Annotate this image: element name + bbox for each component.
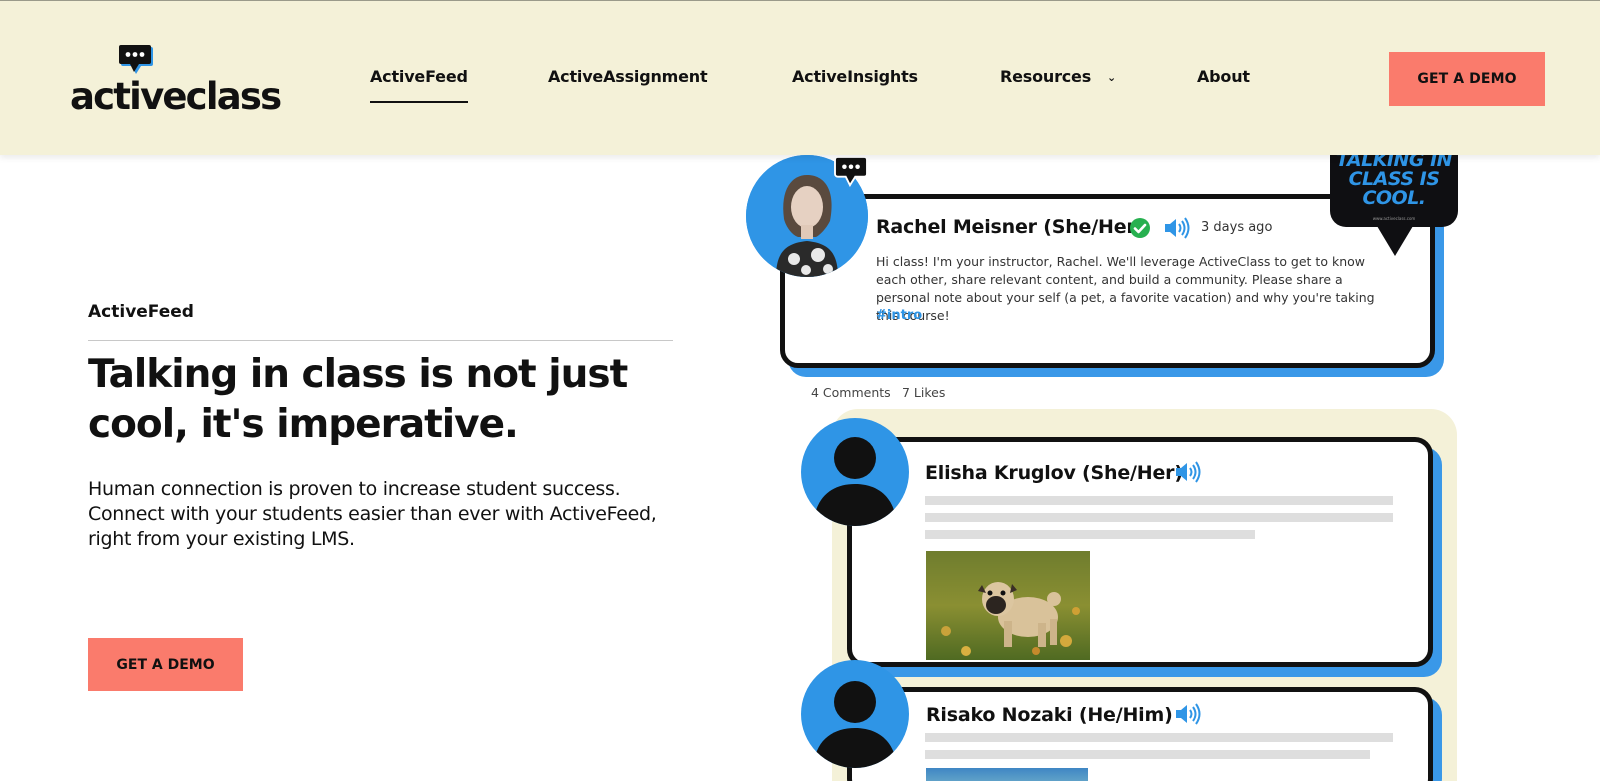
hero-subcopy: Human connection is proven to increase s… xyxy=(88,478,657,550)
avatar-risako xyxy=(801,660,909,768)
hero-get-demo-button[interactable]: GET A DEMO xyxy=(88,638,243,691)
divider xyxy=(88,340,673,341)
text-placeholder-line xyxy=(925,733,1393,742)
text-placeholder-line xyxy=(925,513,1393,522)
speaker-icon[interactable] xyxy=(1174,702,1202,726)
nav-item-resources-label: Resources xyxy=(1000,67,1092,86)
user-silhouette-icon xyxy=(813,681,897,768)
logo-wordmark: activeclass xyxy=(70,75,282,118)
nav-item-activefeed[interactable]: ActiveFeed xyxy=(370,67,468,103)
reply-author: Elisha Kruglov (She/Her) xyxy=(925,462,1183,484)
avatar-elisha xyxy=(801,418,909,526)
text-placeholder-line xyxy=(925,530,1255,539)
reply-author: Risako Nozaki (He/Him) xyxy=(926,704,1173,726)
text-placeholder-line xyxy=(925,750,1370,759)
talking-in-class-poster: TALKING IN CLASS IS COOL. www.activeclas… xyxy=(1330,153,1458,227)
chat-bubble-icon xyxy=(834,155,868,187)
section-eyebrow: ActiveFeed xyxy=(88,302,194,322)
speaker-icon[interactable] xyxy=(1174,460,1202,484)
speaker-icon[interactable] xyxy=(1163,216,1191,240)
site-header: activeclass ActiveFeed ActiveAssignment … xyxy=(0,0,1600,155)
user-silhouette-icon xyxy=(813,437,897,526)
nav-item-about[interactable]: About xyxy=(1197,67,1250,86)
nav-item-activeinsights[interactable]: ActiveInsights xyxy=(792,67,918,86)
comments-count[interactable]: 4 Comments xyxy=(811,385,891,400)
poster-tail xyxy=(1377,226,1413,256)
post-timestamp: 3 days ago xyxy=(1201,220,1273,235)
poster-url: www.activeclass.com xyxy=(1372,216,1416,221)
poster-text: TALKING IN CLASS IS COOL. xyxy=(1335,153,1453,209)
post-hashtag[interactable]: #intro xyxy=(876,308,922,323)
verified-check-icon xyxy=(1130,218,1150,238)
chevron-down-icon: ⌄ xyxy=(1107,71,1117,84)
likes-count[interactable]: 7 Likes xyxy=(902,385,945,400)
activeclass-logo[interactable]: activeclass xyxy=(70,39,282,119)
landscape-photo xyxy=(926,768,1088,781)
text-placeholder-line xyxy=(925,496,1393,505)
nav-item-resources[interactable]: Resources ⌄ xyxy=(1000,67,1116,86)
hero-headline: Talking in class is not just cool, it's … xyxy=(88,352,628,447)
nav-item-activeassignment[interactable]: ActiveAssignment xyxy=(548,67,708,86)
header-get-demo-button[interactable]: GET A DEMO xyxy=(1389,52,1545,106)
post-author: Rachel Meisner (She/Her) xyxy=(876,216,1145,238)
pug-photo xyxy=(926,551,1090,660)
post-body: Hi class! I'm your instructor, Rachel. W… xyxy=(876,254,1375,323)
chat-bubble-icon xyxy=(119,45,153,74)
